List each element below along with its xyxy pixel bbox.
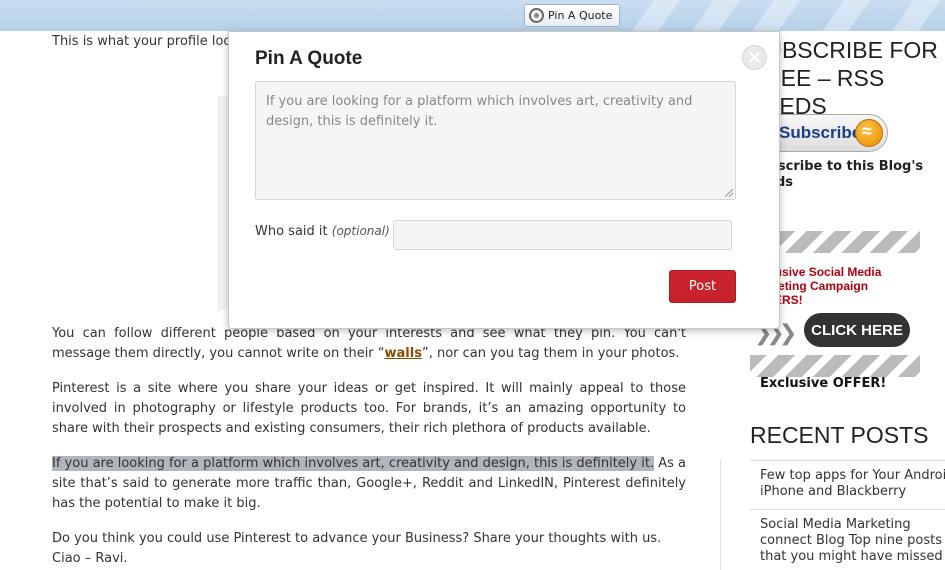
close-icon[interactable]: × bbox=[742, 45, 767, 70]
subscribe-button-label: Subscribe bbox=[779, 123, 862, 142]
p1-text-end: ”, nor can you tag them in your photos. bbox=[421, 346, 680, 361]
walls-link[interactable]: walls bbox=[385, 346, 422, 361]
chevron-pattern bbox=[750, 355, 920, 377]
article-paragraph-1: You can follow different people based on… bbox=[52, 324, 686, 364]
browser-toolbar: Pin A Quote bbox=[0, 0, 945, 31]
promo-caption: Exclusive OFFER! bbox=[760, 376, 887, 391]
article-paragraph-3: If you are looking for a platform which … bbox=[52, 454, 686, 514]
signoff-text: Ciao – Ravi. bbox=[52, 551, 128, 566]
pin-a-quote-dialog: Pin A Quote × If you are looking for a p… bbox=[228, 31, 780, 329]
p4-text: Do you think you could use Pinterest to … bbox=[52, 531, 662, 546]
who-said-it-text: Who said it bbox=[255, 224, 328, 239]
highlighted-quote[interactable]: If you are looking for a platform which … bbox=[52, 456, 655, 471]
article-paragraph-2: Pinterest is a site where you share your… bbox=[52, 381, 686, 436]
recent-post-item[interactable]: Social Media Marketing connect Blog Top … bbox=[750, 509, 945, 565]
click-here-button[interactable]: CLICK HERE bbox=[804, 313, 910, 347]
quote-textarea[interactable]: If you are looking for a platform which … bbox=[255, 81, 736, 200]
content-divider bbox=[720, 460, 721, 570]
article-paragraph-4: Do you think you could use Pinterest to … bbox=[52, 529, 686, 569]
pin-a-quote-button[interactable]: Pin A Quote bbox=[524, 4, 621, 27]
dialog-title: Pin A Quote bbox=[255, 48, 363, 69]
recent-posts-heading: RECENT POSTS bbox=[750, 422, 929, 448]
quote-text: If you are looking for a platform which … bbox=[266, 94, 693, 129]
post-button[interactable]: Post bbox=[669, 270, 736, 303]
who-said-it-label: Who said it (optional) bbox=[255, 224, 390, 239]
rss-icon bbox=[855, 119, 883, 147]
recent-post-link[interactable]: Few top apps for Your Android, iPhone an… bbox=[760, 468, 945, 500]
recent-post-item[interactable]: Few top apps for Your Android, iPhone an… bbox=[750, 460, 945, 500]
optional-hint: (optional) bbox=[331, 224, 390, 238]
who-said-it-input[interactable] bbox=[393, 220, 732, 250]
resize-handle-icon[interactable] bbox=[725, 189, 733, 197]
pin-a-quote-label: Pin A Quote bbox=[548, 9, 613, 22]
recent-post-link[interactable]: Social Media Marketing connect Blog Top … bbox=[760, 517, 945, 565]
globe-icon bbox=[529, 8, 544, 23]
